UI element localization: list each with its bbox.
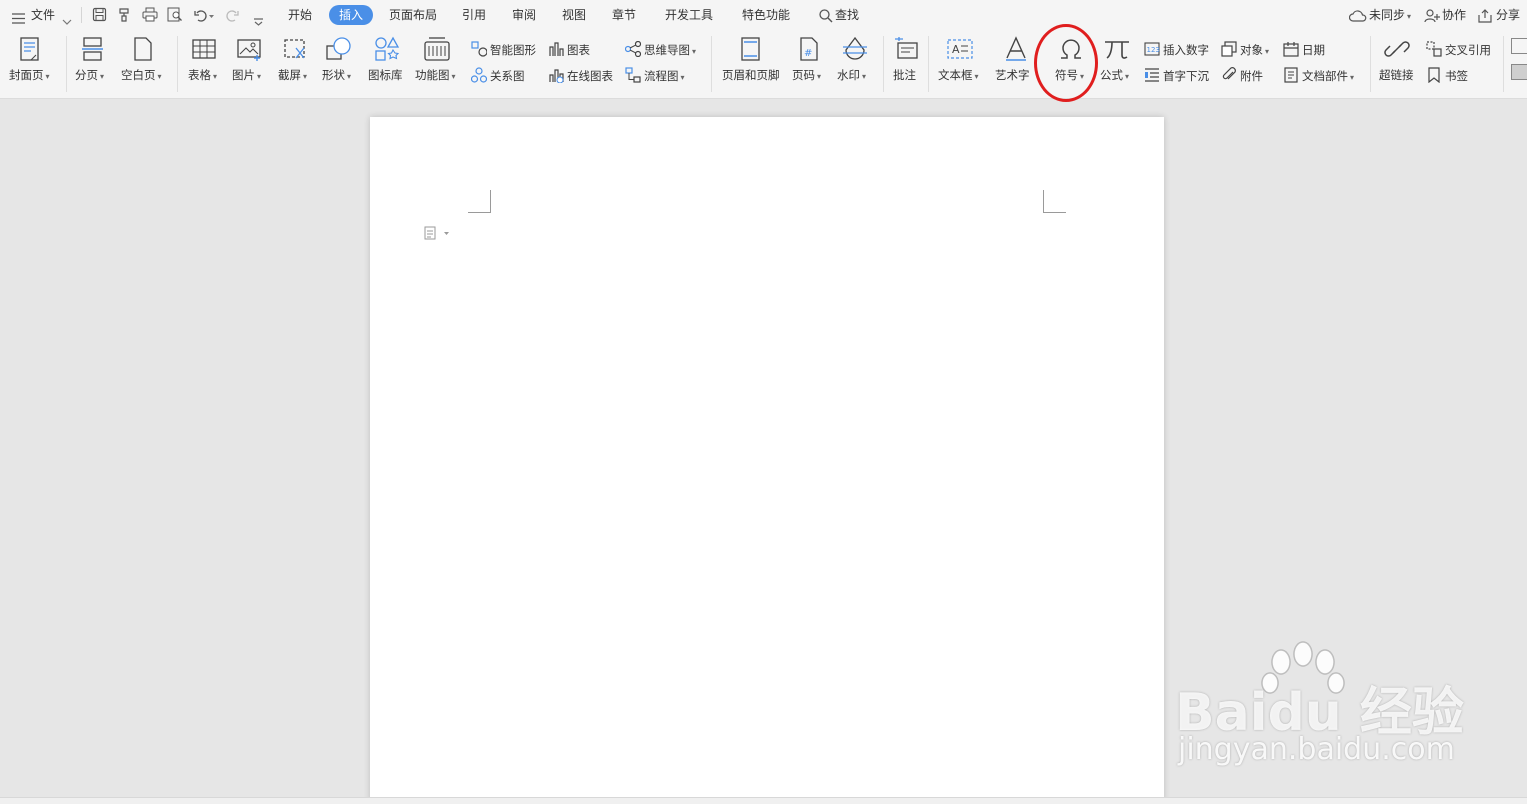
bar-chart-icon: [549, 42, 564, 56]
blank-page-button[interactable]: 空白页 ▾: [118, 30, 170, 98]
drop-cap-icon: [1145, 68, 1159, 82]
calendar-icon: [1283, 42, 1299, 57]
function-chart-button[interactable]: 功能图 ▾: [413, 30, 461, 98]
customize-toolbar-icon[interactable]: [253, 11, 264, 30]
tab-home[interactable]: 开始: [288, 0, 312, 30]
cover-page-icon: [20, 37, 39, 61]
table-icon: [192, 39, 216, 59]
cover-page-button[interactable]: 封面页 ▾: [6, 30, 58, 98]
screenshot-icon: [284, 39, 305, 59]
text-box-button[interactable]: A 文本框 ▾: [934, 30, 986, 98]
picture-button[interactable]: 图片 ▾: [230, 30, 270, 98]
collaborate-icon[interactable]: [1424, 8, 1440, 27]
relation-chart-icon: [471, 67, 487, 83]
divider: [711, 36, 712, 92]
blank-page-icon: [134, 37, 152, 61]
shape-button[interactable]: 形状 ▾: [320, 30, 360, 98]
menu-bar: 文件 开始 插入 页面布局 引用 审阅 视图 章节 开发工具 特色功能 查找 未…: [0, 0, 1527, 30]
divider: [928, 36, 929, 92]
smart-art-icon: [471, 41, 487, 57]
page-number-icon: #: [800, 37, 818, 61]
page-break-icon: [82, 37, 103, 61]
bookmark-icon: [1428, 67, 1440, 83]
tab-view[interactable]: 视图: [562, 0, 586, 30]
mind-map-icon: [625, 41, 641, 57]
search-button[interactable]: 查找: [835, 0, 859, 30]
shape-icon: [326, 37, 351, 60]
save-icon[interactable]: [92, 7, 107, 26]
function-chart-icon: [424, 37, 450, 61]
comment-icon: [895, 37, 918, 59]
hyperlink-icon: [1384, 41, 1410, 57]
document-page[interactable]: [370, 117, 1164, 803]
divider: [81, 7, 82, 23]
chevron-down-icon[interactable]: [62, 11, 72, 30]
table-button[interactable]: 表格 ▾: [184, 30, 224, 98]
format-painter-icon[interactable]: [117, 7, 132, 26]
divider: [177, 36, 178, 92]
tab-references[interactable]: 引用: [462, 0, 486, 30]
print-icon[interactable]: [142, 7, 158, 26]
margin-corner-top-right: [1043, 190, 1066, 213]
print-preview-icon[interactable]: [167, 7, 183, 26]
number-icon: 123: [1144, 42, 1160, 56]
page-number-button[interactable]: # 页码 ▾: [790, 30, 830, 98]
undo-icon[interactable]: [193, 8, 215, 27]
tab-special-features[interactable]: 特色功能: [742, 0, 790, 30]
collaborate-button[interactable]: 协作: [1442, 0, 1466, 30]
icon-library-icon: [375, 36, 400, 61]
hamburger-menu-icon[interactable]: [12, 9, 25, 28]
tab-page-layout[interactable]: 页面布局: [389, 0, 437, 30]
picture-icon: [237, 39, 261, 61]
object-icon: [1221, 41, 1237, 57]
share-button[interactable]: 分享: [1496, 0, 1520, 30]
insert-ribbon: 封面页 ▾ 分页 ▾ 空白页 ▾ 表格 ▾ 图片 ▾ 截屏 ▾ 形状 ▾ 图标库 功能图 ▾ 智…: [0, 30, 1527, 99]
more-tools-icon[interactable]: [1511, 38, 1527, 54]
icon-library-button[interactable]: 图标库: [366, 30, 408, 98]
page-break-button[interactable]: 分页 ▾: [72, 30, 112, 98]
divider: [1370, 36, 1371, 92]
word-art-icon: [1006, 36, 1026, 61]
tab-section[interactable]: 章节: [612, 0, 636, 30]
document-parts-icon: [1284, 67, 1298, 83]
share-icon[interactable]: [1478, 8, 1493, 27]
header-footer-icon: [741, 37, 760, 61]
screenshot-button[interactable]: 截屏 ▾: [276, 30, 316, 98]
pi-formula-icon: [1105, 41, 1129, 59]
tab-insert[interactable]: 插入: [329, 5, 374, 25]
comment-button[interactable]: 批注: [889, 30, 923, 98]
search-icon[interactable]: [819, 8, 833, 27]
svg-text:123: 123: [1147, 46, 1160, 54]
divider: [883, 36, 884, 92]
tab-developer[interactable]: 开发工具: [665, 0, 713, 30]
text-box-icon: A: [947, 39, 973, 59]
divider: [66, 36, 67, 92]
paperclip-icon: [1222, 67, 1236, 80]
watermark-icon: [843, 36, 867, 60]
cross-reference-icon: [1426, 41, 1442, 57]
online-chart-icon: [549, 69, 564, 83]
paste-options-icon[interactable]: [424, 225, 452, 244]
redo-icon[interactable]: [226, 8, 240, 27]
sync-status[interactable]: 未同步 ▾: [1369, 0, 1411, 30]
divider: [1503, 36, 1504, 92]
highlight-circle: [1034, 24, 1098, 102]
more-tools-icon[interactable]: [1511, 64, 1527, 80]
hyperlink-button[interactable]: 超链接: [1376, 30, 1420, 98]
formula-button[interactable]: 公式 ▾: [1098, 30, 1138, 98]
cloud-sync-icon[interactable]: [1348, 8, 1367, 27]
flowchart-icon: [625, 67, 641, 83]
watermark-button[interactable]: 水印 ▾: [834, 30, 876, 98]
tab-review[interactable]: 审阅: [512, 0, 536, 30]
file-menu[interactable]: 文件: [31, 0, 55, 30]
margin-corner-top-left: [468, 190, 491, 213]
header-footer-button[interactable]: 页眉和页脚: [718, 30, 786, 98]
svg-text:#: #: [804, 48, 812, 59]
baidu-watermark-url: jingyan.baidu.com: [1178, 732, 1455, 767]
word-art-button[interactable]: 艺术字: [992, 30, 1036, 98]
svg-text:A: A: [952, 43, 960, 56]
